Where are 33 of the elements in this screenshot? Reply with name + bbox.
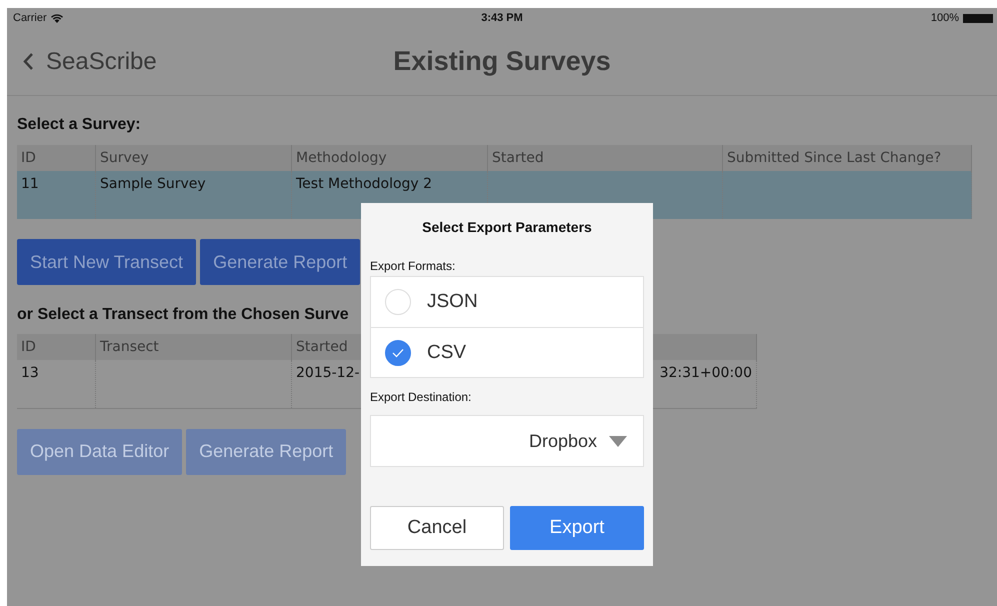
column-header: Methodology bbox=[292, 145, 488, 171]
section-heading: or Select a Transect from the Chosen Surve bbox=[17, 306, 349, 324]
table-cell[interactable] bbox=[722, 171, 972, 219]
back-button[interactable]: SeaScribe bbox=[23, 48, 157, 76]
dropdown-triangle-icon bbox=[609, 436, 627, 446]
column-header: ID bbox=[17, 145, 96, 171]
table-cell[interactable] bbox=[96, 360, 292, 408]
field-label: Export Destination: bbox=[370, 390, 472, 405]
column-header: Submitted Since Last Change? bbox=[722, 145, 972, 171]
field-label: Export Formats: bbox=[370, 259, 456, 274]
format-option[interactable]: JSON bbox=[371, 277, 643, 327]
cancel-button[interactable]: Cancel bbox=[370, 506, 504, 550]
carrier-label: Carrier bbox=[13, 12, 47, 24]
export-button[interactable]: Export bbox=[510, 506, 644, 550]
battery-label: 100% bbox=[930, 12, 959, 24]
action-button[interactable]: Generate Report bbox=[200, 239, 360, 285]
column-header: ID bbox=[17, 334, 96, 360]
format-option[interactable]: CSV bbox=[371, 327, 643, 377]
table-cell[interactable]: Sample Survey bbox=[96, 171, 292, 219]
action-button[interactable]: Start New Transect bbox=[17, 239, 196, 285]
page-title: Existing Surveys bbox=[393, 46, 611, 76]
dialog-title: Select Export Parameters bbox=[421, 219, 593, 237]
wifi-icon bbox=[50, 14, 63, 22]
chevron-left-icon bbox=[23, 52, 34, 71]
destination-dropdown[interactable]: Dropbox bbox=[370, 415, 644, 467]
column-header: Transect bbox=[96, 334, 292, 360]
table-cell[interactable]: 11 bbox=[17, 171, 96, 219]
column-header: Started bbox=[488, 145, 722, 171]
status-time: 3:43 PM bbox=[481, 12, 523, 24]
section-heading: Select a Survey: bbox=[17, 116, 142, 134]
column-header: Survey bbox=[96, 145, 292, 171]
battery-icon bbox=[963, 14, 993, 22]
table-cell[interactable]: 13 bbox=[17, 360, 96, 408]
